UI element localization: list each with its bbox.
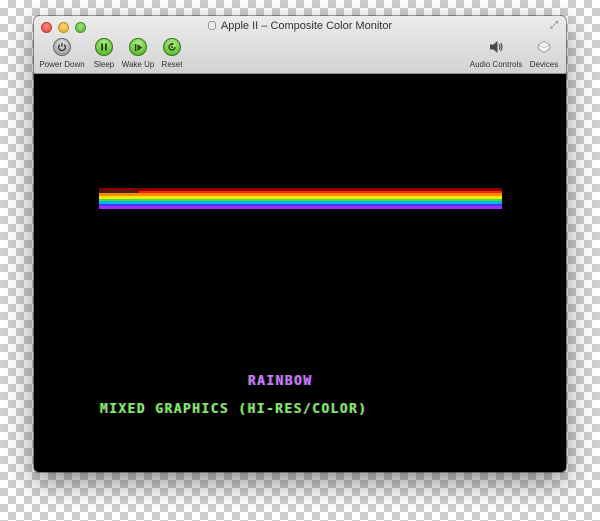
- screen-text-mixed-graphics: MIXED GRAPHICS (HI-RES/COLOR): [100, 402, 368, 417]
- play-icon: [129, 38, 147, 56]
- document-proxy-icon: [207, 21, 216, 30]
- title-bar: Apple II – Composite Color Monitor ⤢ Pow…: [34, 16, 566, 74]
- app-window: Apple II – Composite Color Monitor ⤢ Pow…: [34, 16, 566, 472]
- reset-icon: [163, 38, 181, 56]
- rainbow-band: [99, 206, 502, 209]
- speaker-icon: [487, 38, 505, 56]
- fullscreen-icon[interactable]: ⤢: [548, 20, 560, 32]
- audio-controls-label: Audio Controls: [469, 60, 523, 69]
- devices-label: Devices: [529, 60, 559, 69]
- reset-label: Reset: [161, 60, 183, 69]
- scanline-artifact: [99, 191, 139, 193]
- devices-icon: [535, 38, 553, 56]
- power-icon: [53, 38, 71, 56]
- pause-icon: [95, 38, 113, 56]
- emulator-screen[interactable]: RAINBOW MIXED GRAPHICS (HI-RES/COLOR): [34, 74, 566, 472]
- window-title-wrap: Apple II – Composite Color Monitor: [34, 19, 566, 33]
- rainbow-graphic: [99, 188, 502, 209]
- reset-button[interactable]: Reset: [146, 38, 198, 70]
- window-title: Apple II – Composite Color Monitor: [220, 20, 393, 32]
- audio-controls-button[interactable]: Audio Controls: [468, 38, 524, 70]
- devices-button[interactable]: Devices: [521, 38, 566, 70]
- screen-text-rainbow: RAINBOW: [248, 374, 313, 389]
